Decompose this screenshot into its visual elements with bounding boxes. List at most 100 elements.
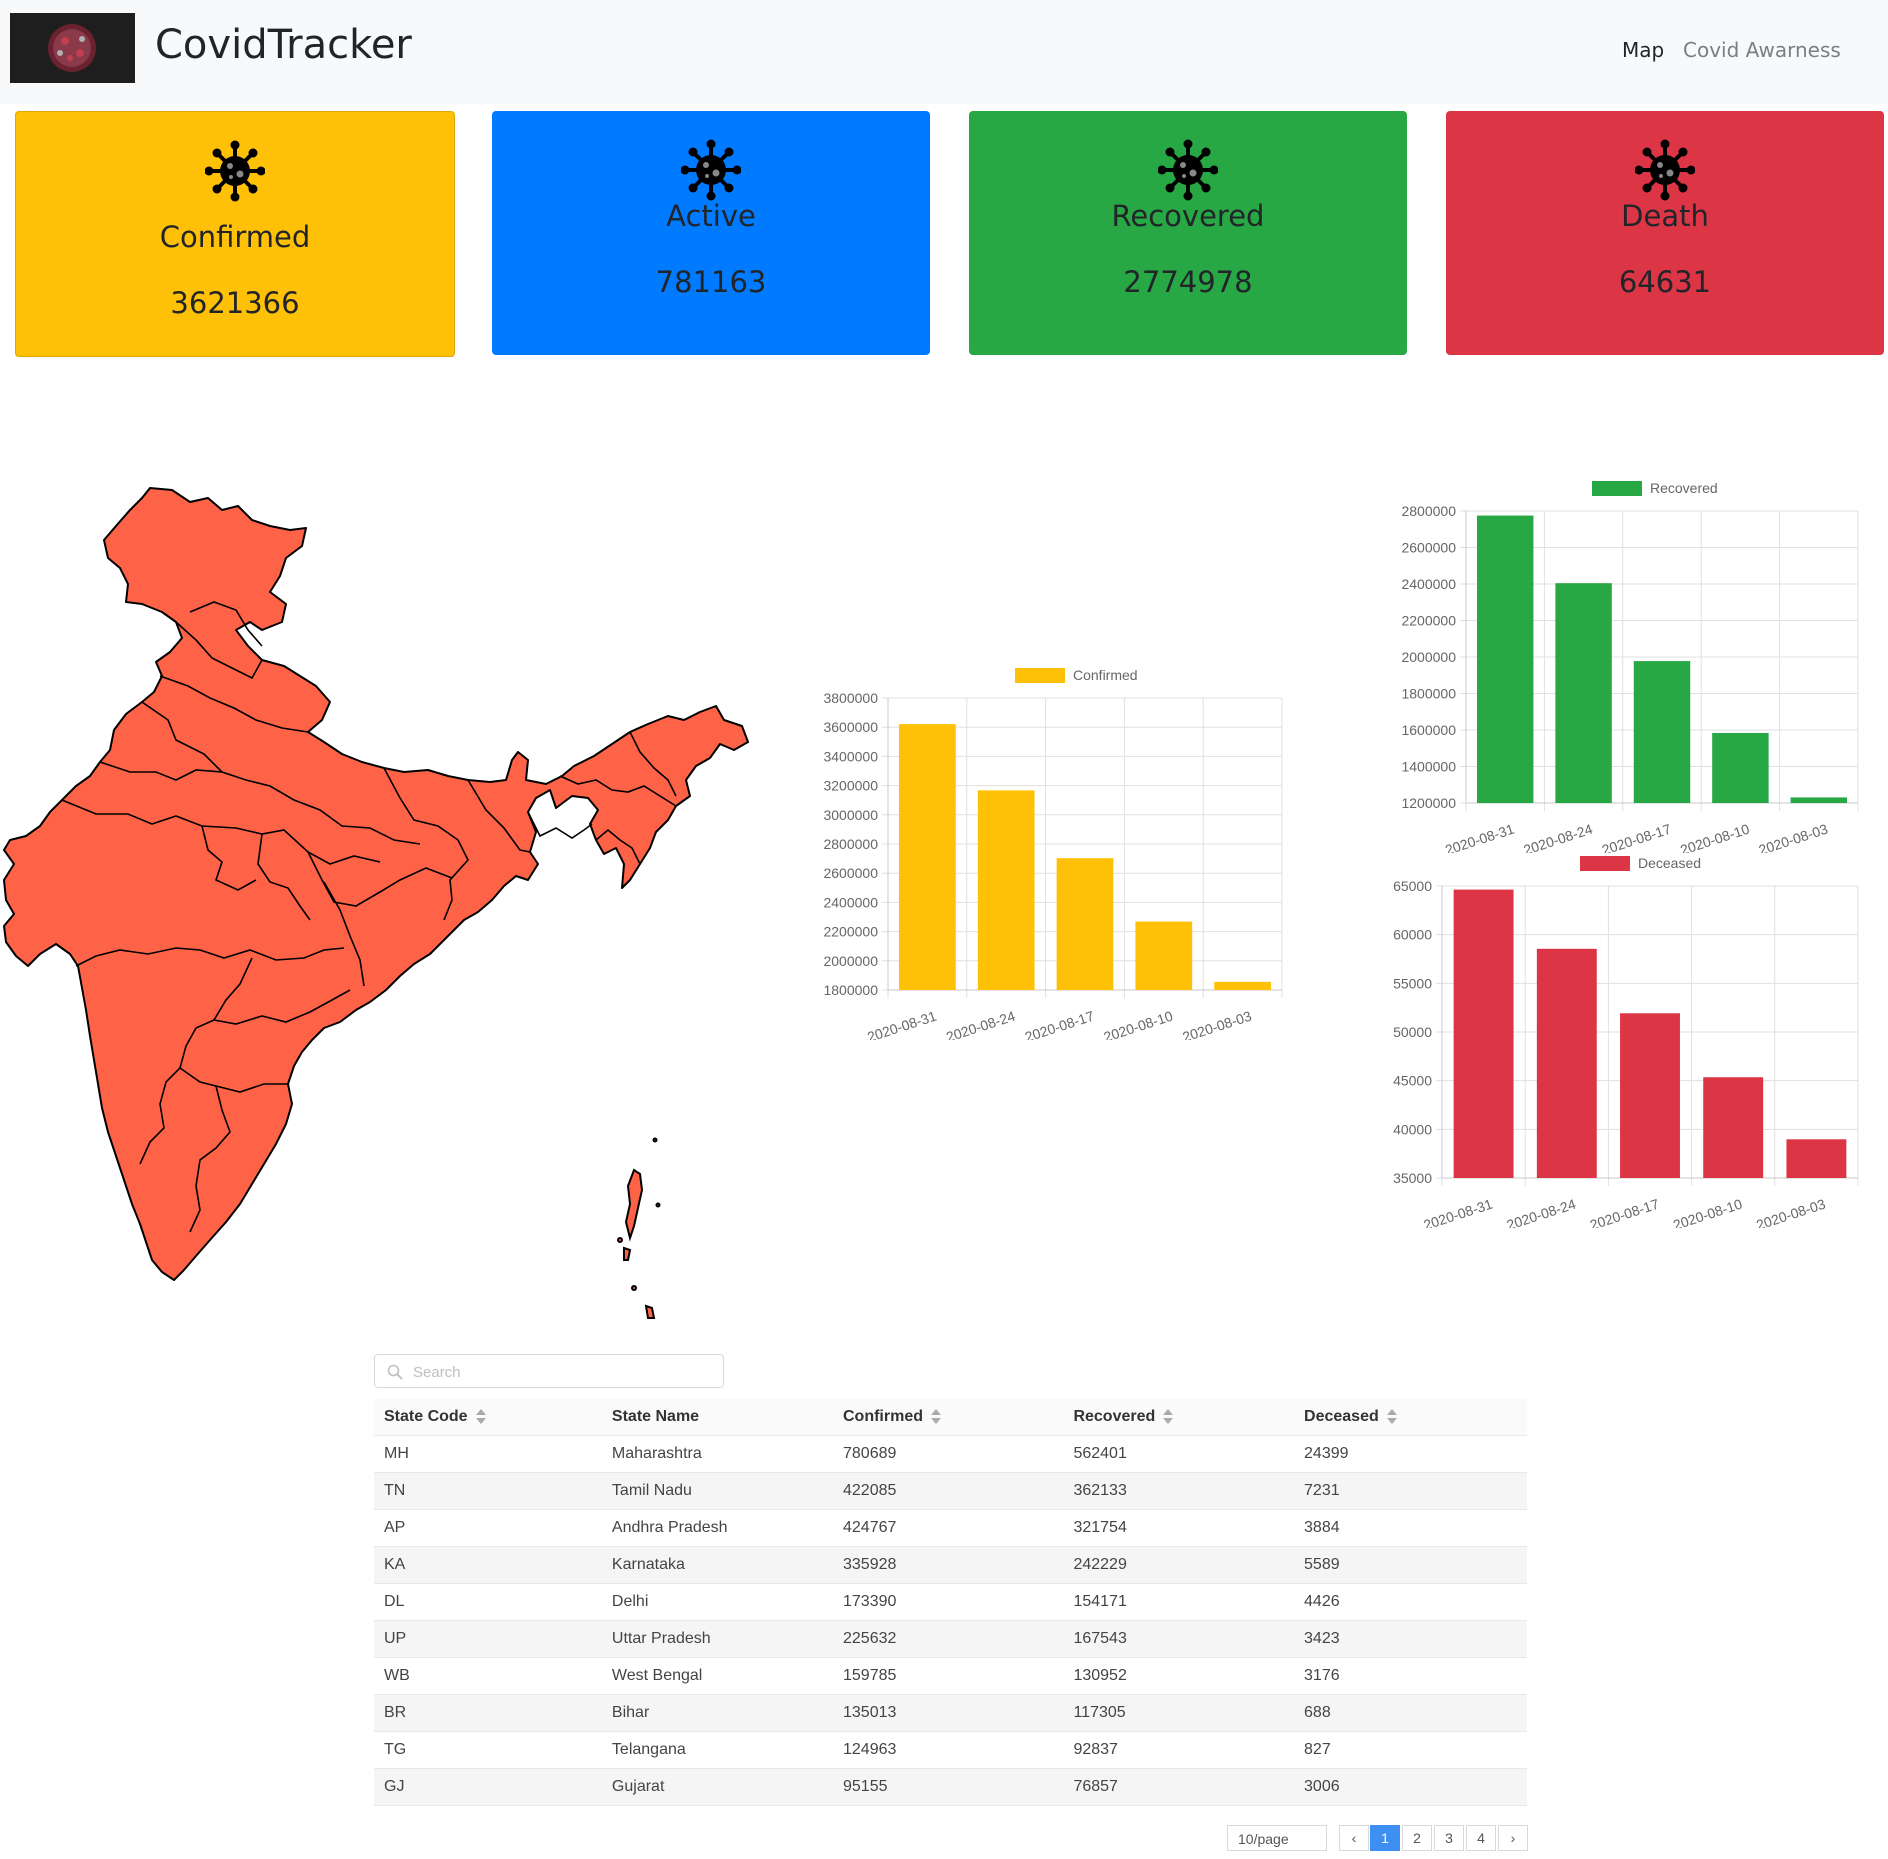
table-cell: 173390 — [833, 1583, 1064, 1621]
bar — [1712, 733, 1769, 803]
table-cell: 7231 — [1294, 1472, 1527, 1510]
bar — [1135, 921, 1193, 990]
next-page-button[interactable]: › — [1498, 1825, 1528, 1851]
table-cell: 321754 — [1063, 1509, 1295, 1547]
table-cell: 562401 — [1063, 1435, 1295, 1473]
india-map[interactable] — [0, 480, 770, 1330]
table-cell: 827 — [1294, 1731, 1527, 1769]
table-row[interactable]: WB West Bengal 159785 130952 3176 — [374, 1657, 1527, 1695]
sort-icon[interactable] — [1163, 1408, 1174, 1425]
table-cell: Maharashtra — [601, 1435, 833, 1473]
y-tick-label: 3000000 — [823, 807, 878, 823]
page-button-2[interactable]: 2 — [1402, 1825, 1432, 1851]
search-input[interactable] — [411, 1359, 715, 1385]
table-row[interactable]: DL Delhi 173390 154171 4426 — [374, 1583, 1527, 1621]
table-cell: 422085 — [833, 1472, 1064, 1510]
search-icon — [387, 1364, 403, 1380]
confirmed-card: Confirmed 3621366 — [15, 111, 455, 357]
column-header-label: State Name — [611, 1408, 700, 1425]
x-tick-label: 2020-08-24 — [944, 1008, 1017, 1040]
legend-label: Confirmed — [1073, 667, 1138, 683]
column-header-state-code[interactable]: State Code — [374, 1399, 602, 1436]
y-tick-label: 1600000 — [1401, 722, 1456, 738]
table-cell: 5589 — [1294, 1546, 1527, 1584]
legend-swatch — [1015, 668, 1065, 683]
y-tick-label: 60000 — [1393, 927, 1432, 943]
table-row[interactable]: BR Bihar 135013 117305 688 — [374, 1694, 1527, 1732]
table-cell: West Bengal — [601, 1657, 833, 1695]
table-cell: 124963 — [833, 1731, 1064, 1769]
states-table: State Code State Name Confirmed Recovered De… — [374, 1399, 1527, 1806]
navbar: CovidTracker Map Covid Awarness — [0, 0, 1888, 104]
page-button-4[interactable]: 4 — [1466, 1825, 1496, 1851]
x-tick-label: 2020-08-03 — [1180, 1008, 1253, 1040]
active-title: Active — [666, 199, 756, 233]
y-tick-label: 3200000 — [823, 778, 878, 794]
legend-label: Deceased — [1638, 855, 1701, 871]
andaman-islands — [617, 1137, 661, 1319]
bar — [1555, 583, 1612, 803]
nav-link-map[interactable]: Map — [1622, 38, 1664, 62]
table-row[interactable]: AP Andhra Pradesh 424767 321754 3884 — [374, 1509, 1527, 1547]
table-cell: AP — [374, 1509, 602, 1547]
page-size-select[interactable]: 10/page — [1227, 1825, 1327, 1851]
table-row[interactable]: TN Tamil Nadu 422085 362133 7231 — [374, 1472, 1527, 1510]
sort-icon[interactable] — [475, 1408, 486, 1425]
bar — [1214, 981, 1271, 990]
column-header-deceased[interactable]: Deceased — [1294, 1399, 1527, 1436]
table-cell: 4426 — [1294, 1583, 1527, 1621]
table-cell: Andhra Pradesh — [601, 1509, 833, 1547]
sort-icon[interactable] — [931, 1408, 941, 1425]
death-title: Death — [1621, 199, 1709, 233]
y-tick-label: 3400000 — [823, 748, 878, 764]
brand-title[interactable]: CovidTracker — [155, 22, 412, 68]
column-header-recovered[interactable]: Recovered — [1063, 1399, 1295, 1436]
column-header-label: Recovered — [1073, 1408, 1156, 1425]
table-cell: Gujarat — [601, 1768, 833, 1806]
virus-icon — [205, 140, 265, 202]
sort-icon[interactable] — [1386, 1408, 1397, 1425]
y-tick-label: 3800000 — [823, 690, 878, 706]
table-row[interactable]: GJ Gujarat 95155 76857 3006 — [374, 1768, 1527, 1806]
table-cell: Karnataka — [601, 1546, 833, 1584]
x-tick-label: 2020-08-24 — [1505, 1196, 1578, 1228]
brand-logo[interactable] — [10, 13, 135, 83]
recovered-count: 2774978 — [1123, 265, 1253, 299]
bar — [1703, 1077, 1764, 1178]
y-tick-label: 1200000 — [1401, 795, 1456, 811]
column-header-state-name: State Name — [601, 1399, 833, 1436]
table-cell: TG — [374, 1731, 602, 1769]
bar — [1633, 661, 1691, 803]
prev-page-button[interactable]: ‹ — [1339, 1825, 1369, 1851]
x-tick-label: 2020-08-17 — [1023, 1008, 1096, 1040]
table-row[interactable]: KA Karnataka 335928 242229 5589 — [374, 1546, 1527, 1584]
table-cell: 159785 — [833, 1657, 1064, 1695]
search-box[interactable] — [374, 1354, 724, 1388]
table-header-row: State Code State Name Confirmed Recovered De… — [374, 1399, 1527, 1436]
x-tick-label: 2020-08-17 — [1588, 1196, 1661, 1228]
table-cell: DL — [374, 1583, 602, 1621]
nav-link-covid-awareness[interactable]: Covid Awarness — [1683, 38, 1841, 62]
india-mainland[interactable] — [3, 487, 749, 1281]
y-tick-label: 50000 — [1393, 1024, 1432, 1040]
table-cell: BR — [374, 1694, 602, 1732]
y-tick-label: 2400000 — [1401, 576, 1456, 592]
column-header-confirmed[interactable]: Confirmed — [833, 1399, 1064, 1436]
table-row[interactable]: TG Telangana 124963 92837 827 — [374, 1731, 1527, 1769]
bar — [1786, 1139, 1847, 1178]
table-row[interactable]: MH Maharashtra 780689 562401 24399 — [374, 1435, 1527, 1473]
table-cell: 780689 — [833, 1435, 1064, 1473]
page-button-3[interactable]: 3 — [1434, 1825, 1464, 1851]
y-tick-label: 1800000 — [1401, 686, 1456, 702]
table-cell: 3884 — [1294, 1509, 1527, 1547]
table-row[interactable]: UP Uttar Pradesh 225632 167543 3423 — [374, 1620, 1527, 1658]
page-button-1[interactable]: 1 — [1370, 1825, 1400, 1851]
y-tick-label: 2800000 — [1401, 503, 1456, 519]
y-tick-label: 65000 — [1393, 878, 1432, 894]
table-cell: 362133 — [1063, 1472, 1295, 1510]
death-card: Death 64631 — [1446, 111, 1884, 355]
table-cell: MH — [374, 1435, 602, 1473]
recovered-card: Recovered 2774978 — [969, 111, 1407, 355]
table-cell: 335928 — [833, 1546, 1064, 1584]
y-tick-label: 40000 — [1393, 1121, 1432, 1137]
